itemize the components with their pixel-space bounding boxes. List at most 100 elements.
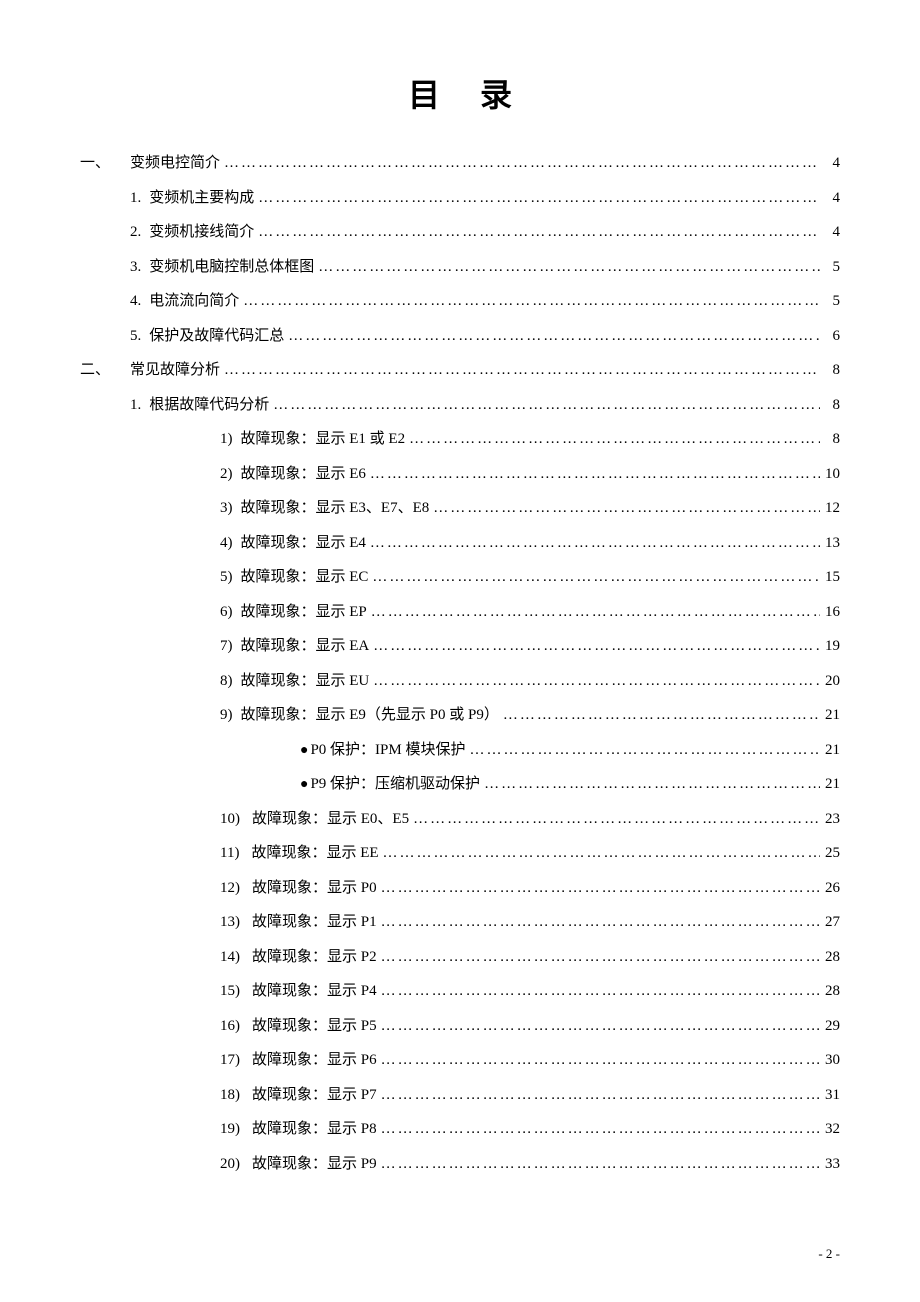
toc-entry: 3)故障现象：显示 E3、E7、E812: [80, 491, 840, 526]
toc-item-text: 变频电控简介: [130, 146, 220, 181]
toc-item-text: 故障现象：显示 EA: [241, 629, 370, 664]
toc-leader-dots: [377, 1147, 820, 1182]
toc-item-text: 根据故障代码分析: [149, 388, 269, 423]
toc-item-text: 故障现象：显示 EP: [241, 595, 367, 630]
toc-item-number: 5): [220, 560, 233, 595]
bullet-icon: ●: [300, 769, 308, 801]
toc-leader-dots: [405, 422, 820, 457]
bullet-icon: ●: [300, 735, 308, 767]
toc-item-text: 故障现象：显示 EU: [241, 664, 370, 699]
toc-item-text: 变频机电脑控制总体框图: [149, 250, 314, 285]
toc-item-text: 变频机主要构成: [149, 181, 254, 216]
toc-entry: 5.保护及故障代码汇总6: [80, 319, 840, 354]
toc-item-number: 3): [220, 491, 233, 526]
toc-leader-dots: [239, 284, 820, 319]
toc-entry: 4)故障现象：显示 E413: [80, 526, 840, 561]
toc-item-number: 8): [220, 664, 233, 699]
toc-leader-dots: [377, 905, 820, 940]
toc-leader-dots: [377, 1112, 820, 1147]
toc-item-number: 1.: [130, 181, 141, 216]
toc-leader-dots: [377, 974, 820, 1009]
toc-leader-dots: [254, 181, 820, 216]
toc-leader-dots: [377, 940, 820, 975]
toc-item-number: 1): [220, 422, 233, 457]
toc-page-number: 30: [820, 1043, 840, 1078]
toc-item-number: 15): [220, 974, 240, 1009]
toc-item-number: 3.: [130, 250, 141, 285]
toc-item-text: 保护及故障代码汇总: [149, 319, 284, 354]
toc-item-text: 故障现象：显示 P0: [252, 871, 377, 906]
toc-leader-dots: [367, 595, 820, 630]
toc-page-number: 4: [820, 215, 840, 250]
toc-item-number: 2.: [130, 215, 141, 250]
toc-item-number: 18): [220, 1078, 240, 1113]
toc-section-number: 一、: [80, 146, 130, 181]
toc-entry: 一、变频电控简介 4: [80, 146, 840, 181]
toc-page-number: 31: [820, 1078, 840, 1113]
toc-leader-dots: [499, 698, 820, 733]
toc-entry: 6)故障现象：显示 EP16: [80, 595, 840, 630]
toc-leader-dots: [377, 1009, 820, 1044]
toc-item-number: 4.: [130, 284, 141, 319]
toc-entry: 16)故障现象：显示 P529: [80, 1009, 840, 1044]
toc-leader-dots: [284, 319, 820, 354]
toc-page-number: 21: [820, 733, 840, 768]
toc-item-number: 2): [220, 457, 233, 492]
toc-leader-dots: [369, 629, 820, 664]
toc-item-number: 1.: [130, 388, 141, 423]
toc-page-number: 13: [820, 526, 840, 561]
toc-page-number: 20: [820, 664, 840, 699]
toc-item-text: 故障现象：显示 P2: [252, 940, 377, 975]
toc-entry: 4.电流流向简介5: [80, 284, 840, 319]
toc-item-number: 4): [220, 526, 233, 561]
toc-item-text: 故障现象：显示 EE: [251, 836, 378, 871]
toc-entry: 9)故障现象：显示 E9（先显示 P0 或 P9）21: [80, 698, 840, 733]
toc-item-number: 5.: [130, 319, 141, 354]
toc-page-number: 8: [820, 353, 840, 388]
toc-item-text: 故障现象：显示 E9（先显示 P0 或 P9）: [241, 698, 499, 733]
toc-entry: 15)故障现象：显示 P428: [80, 974, 840, 1009]
toc-leader-dots: [377, 871, 820, 906]
toc-item-number: 19): [220, 1112, 240, 1147]
toc-item-text: 故障现象：显示 P7: [252, 1078, 377, 1113]
toc-entry: 14)故障现象：显示 P228: [80, 940, 840, 975]
toc-item-number: 14): [220, 940, 240, 975]
toc-item-text: 故障现象：显示 E3、E7、E8: [241, 491, 430, 526]
toc-item-text: P9 保护：压缩机驱动保护: [310, 767, 480, 802]
toc-entry: 18) 故障现象：显示 P7 31: [80, 1078, 840, 1113]
toc-item-number: 9): [220, 698, 233, 733]
toc-leader-dots: [366, 526, 820, 561]
toc-entry: 19)故障现象：显示 P832: [80, 1112, 840, 1147]
toc-leader-dots: [480, 767, 820, 802]
toc-item-text: 故障现象：显示 E6: [241, 457, 366, 492]
toc-leader-dots: [409, 802, 820, 837]
toc-item-text: 故障现象：显示 E0、E5: [252, 802, 409, 837]
toc-item-number: 20): [220, 1147, 240, 1182]
toc-item-text: 故障现象：显示 P1: [252, 905, 377, 940]
toc-entry: 8)故障现象：显示 EU 20: [80, 664, 840, 699]
toc-item-text: P0 保护：IPM 模块保护: [310, 733, 465, 768]
toc-item-text: 常见故障分析: [130, 353, 220, 388]
document-title: 目录: [80, 70, 840, 116]
toc-item-number: 13): [220, 905, 240, 940]
toc-page-number: 21: [820, 767, 840, 802]
toc-leader-dots: [379, 836, 820, 871]
toc-entry: 17)故障现象：显示 P630: [80, 1043, 840, 1078]
toc-leader-dots: [369, 664, 820, 699]
toc-leader-dots: [220, 353, 820, 388]
toc-item-number: 11): [220, 836, 239, 871]
toc-item-number: 7): [220, 629, 233, 664]
toc-entry: 12)故障现象：显示 P026: [80, 871, 840, 906]
toc-page-number: 15: [820, 560, 840, 595]
toc-item-number: 6): [220, 595, 233, 630]
toc-section-number: 二、: [80, 353, 130, 388]
toc-item-text: 故障现象：显示 E1 或 E2: [241, 422, 406, 457]
toc-page-number: 4: [820, 146, 840, 181]
toc-page-number: 5: [820, 284, 840, 319]
toc-leader-dots: [368, 560, 820, 595]
toc-page-number: 8: [820, 388, 840, 423]
toc-leader-dots: [377, 1078, 820, 1113]
toc-page-number: 27: [820, 905, 840, 940]
toc-item-number: 12): [220, 871, 240, 906]
toc-page-number: 5: [820, 250, 840, 285]
